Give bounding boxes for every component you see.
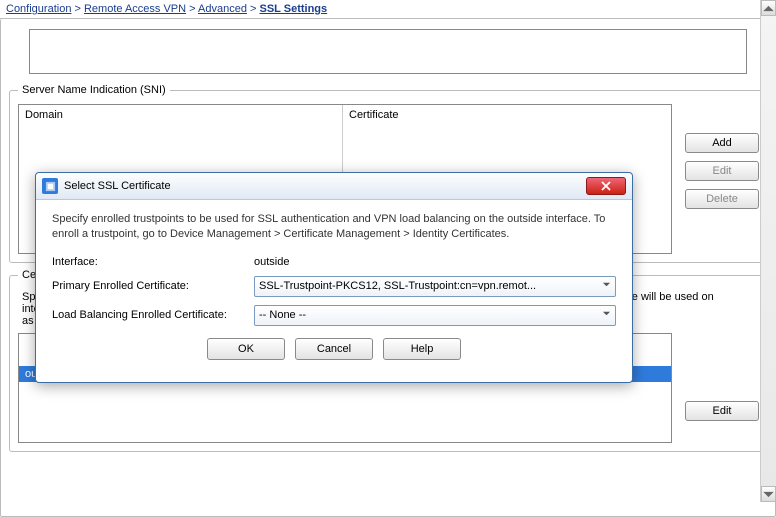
interface-label: Interface: bbox=[52, 256, 254, 268]
select-ssl-certificate-dialog: Select SSL Certificate Specify enrolled … bbox=[35, 172, 633, 383]
breadcrumb-remote-access-vpn[interactable]: Remote Access VPN bbox=[84, 3, 186, 15]
interface-value: outside bbox=[254, 256, 616, 268]
chevron-down-icon bbox=[602, 309, 611, 321]
cert-intro-text2: as bbox=[22, 315, 34, 327]
add-button[interactable]: Add bbox=[685, 133, 759, 153]
ok-button[interactable]: OK bbox=[207, 338, 285, 360]
dialog-titlebar[interactable]: Select SSL Certificate bbox=[36, 173, 632, 200]
load-balancing-certificate-value: -- None -- bbox=[259, 309, 306, 321]
dialog-title: Select SSL Certificate bbox=[64, 180, 586, 192]
cancel-button[interactable]: Cancel bbox=[295, 338, 373, 360]
breadcrumb-ssl-settings[interactable]: SSL Settings bbox=[260, 3, 328, 15]
vertical-scrollbar[interactable] bbox=[760, 0, 776, 502]
chevron-down-icon bbox=[602, 280, 611, 292]
delete-button[interactable]: Delete bbox=[685, 189, 759, 209]
edit-button[interactable]: Edit bbox=[685, 161, 759, 181]
dialog-description: Specify enrolled trustpoints to be used … bbox=[52, 212, 616, 242]
load-balancing-certificate-label: Load Balancing Enrolled Certificate: bbox=[52, 309, 254, 321]
edit-certificate-button[interactable]: Edit bbox=[685, 401, 759, 421]
breadcrumb-configuration[interactable]: Configuration bbox=[6, 3, 71, 15]
load-balancing-certificate-select[interactable]: -- None -- bbox=[254, 305, 616, 326]
close-button[interactable] bbox=[586, 177, 626, 195]
scroll-up-arrow[interactable] bbox=[761, 0, 776, 16]
top-empty-box bbox=[29, 29, 747, 74]
sni-legend: Server Name Indication (SNI) bbox=[18, 84, 170, 96]
help-button[interactable]: Help bbox=[383, 338, 461, 360]
app-icon bbox=[42, 178, 58, 194]
primary-certificate-label: Primary Enrolled Certificate: bbox=[52, 280, 254, 292]
scroll-down-arrow[interactable] bbox=[761, 486, 776, 502]
primary-certificate-value: SSL-Trustpoint-PKCS12, SSL-Trustpoint:cn… bbox=[259, 280, 536, 292]
primary-certificate-select[interactable]: SSL-Trustpoint-PKCS12, SSL-Trustpoint:cn… bbox=[254, 276, 616, 297]
cert-intro-text-left: Sp bbox=[22, 291, 35, 303]
breadcrumb-advanced[interactable]: Advanced bbox=[198, 3, 247, 15]
breadcrumb: Configuration > Remote Access VPN > Adva… bbox=[0, 0, 776, 19]
